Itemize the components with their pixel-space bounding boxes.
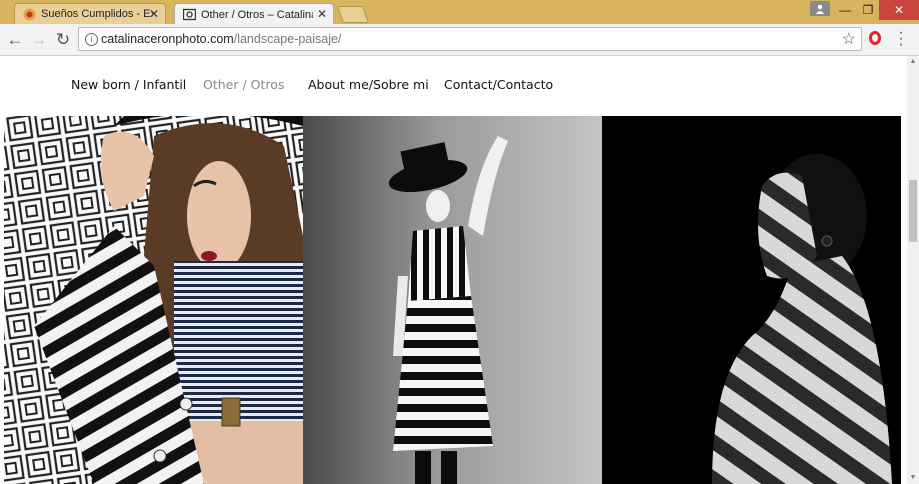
tab-favicon-icon [23, 8, 36, 20]
person-icon [816, 4, 824, 14]
nav-link-newborn[interactable]: New born / Infantil [71, 77, 186, 92]
menu-dots-icon[interactable]: · · · [896, 25, 906, 53]
nav-link-other[interactable]: Other / Otros [203, 77, 284, 92]
site-navigation: New born / Infantil Other / Otros About … [0, 56, 907, 116]
new-tab-button[interactable] [336, 6, 370, 23]
tab-title: Other / Otros – Catalina C [201, 8, 313, 21]
url-path: /landscape-paisaje/ [233, 32, 342, 46]
reload-icon[interactable]: ↻ [52, 29, 74, 51]
close-window-button[interactable]: ✕ [879, 0, 919, 20]
photo-3-illustration [712, 154, 892, 484]
tab-suenos-cumplidos[interactable]: Sueños Cumplidos - Expl ✕ [14, 3, 166, 24]
maximize-button[interactable]: ❐ [858, 0, 878, 20]
photo-2-illustration [388, 136, 508, 484]
camera-icon [183, 8, 196, 21]
back-arrow-icon[interactable]: ← [4, 29, 26, 51]
scroll-down-arrow-icon[interactable]: ▼ [907, 472, 919, 484]
opera-icon[interactable] [869, 31, 881, 45]
url-domain: catalinaceronphoto.com [101, 32, 234, 46]
address-bar[interactable]: i catalinaceronphoto.com/landscape-paisa… [78, 27, 862, 51]
minimize-button[interactable]: — [835, 0, 855, 20]
gallery-photo-2[interactable] [303, 116, 602, 484]
nav-link-contact[interactable]: Contact/Contacto [444, 77, 553, 92]
tab-other-otros[interactable]: Other / Otros – Catalina C ✕ [174, 3, 334, 25]
close-tab-icon[interactable]: ✕ [317, 7, 327, 21]
info-icon[interactable]: i [85, 33, 98, 46]
page-scrollbar[interactable]: ▲ ▼ [907, 56, 919, 484]
photo-1-illustration [4, 116, 303, 484]
browser-toolbar: ← → ↻ i catalinaceronphoto.com/landscape… [0, 24, 919, 56]
gallery-photo-3[interactable] [602, 116, 901, 484]
url-text[interactable]: catalinaceronphoto.com/landscape-paisaje… [101, 32, 341, 46]
star-icon[interactable]: ☆ [842, 29, 856, 49]
close-tab-icon[interactable]: ✕ [149, 7, 159, 21]
scrollbar-thumb[interactable] [909, 180, 917, 242]
gallery-photo-1[interactable] [4, 116, 303, 484]
web-page: New born / Infantil Other / Otros About … [0, 56, 907, 484]
photo-gallery [4, 116, 901, 484]
window-titlebar: Sueños Cumplidos - Expl ✕ Other / Otros … [0, 0, 919, 25]
nav-link-about[interactable]: About me/Sobre mi [308, 77, 429, 92]
scroll-up-arrow-icon[interactable]: ▲ [907, 56, 919, 68]
forward-arrow-icon[interactable]: → [28, 29, 50, 51]
tab-title: Sueños Cumplidos - Expl [41, 8, 153, 20]
profile-icon[interactable] [810, 1, 830, 16]
